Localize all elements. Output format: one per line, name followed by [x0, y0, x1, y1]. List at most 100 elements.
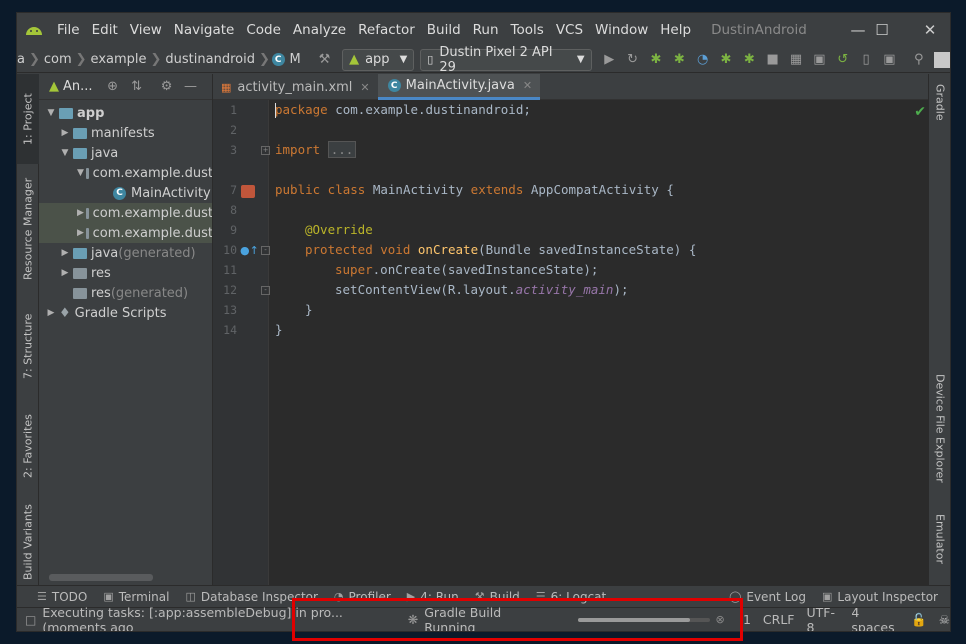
menu-view[interactable]: View — [124, 13, 168, 47]
hide-panel-icon[interactable]: — — [179, 76, 203, 98]
horizontal-scrollbar[interactable] — [49, 574, 153, 581]
close-button[interactable]: ✕ — [907, 13, 950, 47]
tool-tab-project[interactable]: 1: Project — [17, 74, 39, 164]
code-token: ); — [613, 282, 629, 297]
maximize-button[interactable]: ☐ — [859, 13, 905, 47]
avd-manager-icon[interactable]: ▯ — [854, 49, 877, 71]
tool-tab-resource-manager[interactable]: Resource Manager — [17, 174, 39, 284]
menu-run[interactable]: Run — [467, 13, 505, 47]
menu-refactor[interactable]: Refactor — [352, 13, 421, 47]
search-icon[interactable]: ⚲ — [907, 49, 930, 71]
sdk-manager-icon[interactable]: ▣ — [808, 49, 831, 71]
tab-activity-main-xml[interactable]: ▦ activity_main.xml ✕ — [213, 74, 378, 100]
tool-tab-todo[interactable]: ☰ TODO — [29, 590, 95, 604]
menu-navigate[interactable]: Navigate — [168, 13, 241, 47]
breadcrumb-separator-icon: ❯ — [28, 52, 40, 67]
tree-item-gradle-scripts[interactable]: ▶ ♦ Gradle Scripts — [39, 303, 212, 323]
title-bar: File Edit View Navigate Code Analyze Ref… — [17, 13, 950, 47]
tree-item-label: Gradle Scripts — [74, 305, 167, 321]
breadcrumb-a[interactable]: a — [17, 52, 29, 67]
close-tab-icon[interactable]: ✕ — [360, 81, 369, 94]
menu-build[interactable]: Build — [421, 13, 467, 47]
tree-item-res-generated[interactable]: res (generated) — [39, 283, 212, 303]
sync-gradle-icon[interactable]: ↺ — [831, 49, 854, 71]
tree-item-app[interactable]: ▼ app — [39, 103, 212, 123]
menu-code[interactable]: Code — [240, 13, 287, 47]
folded-imports[interactable]: ... — [327, 141, 357, 158]
tree-item-java[interactable]: ▼ java — [39, 143, 212, 163]
code-line-1: package com.example.dustinandroid; — [275, 100, 531, 120]
folder-icon — [73, 147, 87, 159]
attach-debugger-icon[interactable]: ✱ — [714, 49, 737, 71]
code-token: @Override — [305, 222, 373, 237]
tree-item-java-generated[interactable]: ▶ java (generated) — [39, 243, 212, 263]
show-tool-windows-icon[interactable]: □ — [25, 613, 36, 627]
menu-edit[interactable]: Edit — [86, 13, 124, 47]
lock-icon[interactable]: 🔓 — [911, 612, 927, 628]
breadcrumb-com[interactable]: com — [40, 52, 76, 67]
code-token: public class — [275, 182, 366, 197]
hammer-icon[interactable]: ⚒ — [313, 49, 336, 71]
tab-label: MainActivity.java — [405, 78, 515, 93]
tool-tab-emulator[interactable]: Emulator — [929, 514, 950, 574]
override-marker-icon[interactable]: ●↑ — [240, 244, 259, 257]
menu-window[interactable]: Window — [589, 13, 654, 47]
line-number: 13 — [223, 303, 237, 317]
file-encoding[interactable]: UTF-8 — [806, 605, 839, 632]
list-icon: ☰ — [37, 590, 47, 603]
line-separator[interactable]: CRLF — [763, 612, 795, 627]
tree-item-res[interactable]: ▶ res — [39, 263, 212, 283]
chevron-down-icon: ▼ — [399, 54, 408, 65]
menu-file[interactable]: File — [51, 13, 86, 47]
tool-tab-layout-inspector[interactable]: ▣ Layout Inspector — [814, 590, 946, 604]
tool-tab-device-file-explorer[interactable]: Device File Explorer — [929, 374, 950, 484]
debug-icon[interactable]: ✱ — [644, 49, 667, 71]
fold-toggle-icon[interactable]: - — [261, 286, 270, 295]
tool-tab-gradle[interactable]: Gradle — [929, 84, 950, 144]
gear-icon[interactable]: ⚙ — [155, 76, 179, 98]
indent-setting[interactable]: 4 spaces — [851, 605, 901, 632]
profiler-gauge-icon[interactable]: ◔ — [691, 49, 714, 71]
code-editor[interactable]: package com.example.dustinandroid; impor… — [275, 100, 928, 585]
device-select[interactable]: ▯ Dustin Pixel 2 API 29 ▼ — [420, 45, 592, 75]
close-tab-icon[interactable]: ✕ — [523, 79, 532, 92]
rerun-icon[interactable]: ↻ — [621, 49, 644, 71]
project-structure-icon[interactable]: ▦ — [784, 49, 807, 71]
inspector-hat-icon[interactable]: ☠ — [939, 612, 950, 627]
tab-mainactivity-java[interactable]: C MainActivity.java ✕ — [377, 74, 541, 100]
collapse-all-icon[interactable]: ⇅ — [125, 76, 149, 98]
stop-icon[interactable]: ■ — [761, 49, 784, 71]
menu-tools[interactable]: Tools — [505, 13, 550, 47]
tool-tab-favorites[interactable]: 2: Favorites — [17, 406, 39, 486]
breadcrumb-mainactivity[interactable]: M — [290, 52, 305, 67]
menu-vcs[interactable]: VCS — [550, 13, 589, 47]
project-view-select[interactable]: An... — [63, 79, 93, 94]
layout-preview-icon[interactable] — [241, 185, 255, 198]
tool-tab-structure[interactable]: 7: Structure — [17, 306, 39, 386]
device-manager-icon[interactable]: ▣ — [878, 49, 901, 71]
fold-toggle-icon[interactable]: + — [261, 146, 270, 155]
tree-item-manifests[interactable]: ▶ manifests — [39, 123, 212, 143]
class-icon: C — [387, 79, 401, 92]
menu-help[interactable]: Help — [654, 13, 697, 47]
code-line-14: } — [275, 320, 283, 340]
tool-tab-build-variants[interactable]: Build Variants — [17, 502, 39, 582]
account-avatar[interactable] — [934, 51, 950, 68]
profile-icon[interactable]: ✱ — [668, 49, 691, 71]
breadcrumb-dustinandroid[interactable]: dustinandroid — [161, 52, 259, 67]
run-config-select[interactable]: ▲ app ▼ — [342, 48, 415, 71]
chevron-down-icon: ▼ — [47, 108, 55, 118]
fold-toggle-icon[interactable]: - — [261, 246, 270, 255]
tree-item-mainactivity[interactable]: C MainActivity — [39, 183, 212, 203]
code-line-9: @Override — [305, 220, 373, 240]
run-icon[interactable]: ▶ — [598, 49, 621, 71]
project-panel-header: ▲ An... ⊕ ⇅ ⚙ — — [39, 74, 212, 100]
menu-analyze[interactable]: Analyze — [287, 13, 352, 47]
tool-tab-terminal[interactable]: ▣ Terminal — [95, 590, 177, 604]
locate-target-icon[interactable]: ⊕ — [101, 76, 125, 98]
tree-item-package[interactable]: ▼ com.example.dust — [39, 163, 212, 183]
tree-item-package[interactable]: ▶ com.example.dust — [39, 203, 212, 223]
breadcrumb-example[interactable]: example — [87, 52, 151, 67]
tree-item-package[interactable]: ▶ com.example.dust — [39, 223, 212, 243]
apply-changes-icon[interactable]: ✱ — [738, 49, 761, 71]
